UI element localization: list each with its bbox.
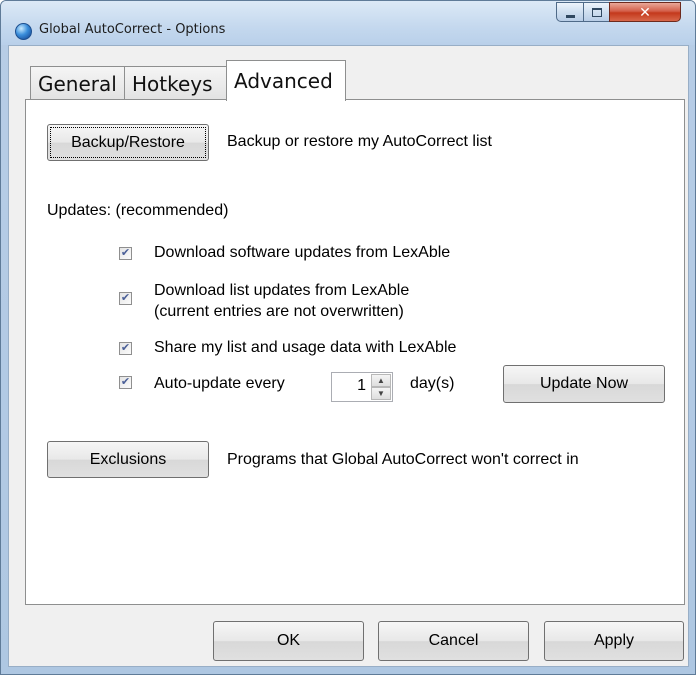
- apply-button[interactable]: Apply: [544, 621, 684, 661]
- spin-up-button[interactable]: ▲: [371, 374, 391, 387]
- auto-update-days-value[interactable]: 1: [340, 377, 366, 395]
- software-updates-checkbox[interactable]: ✔: [119, 247, 132, 260]
- close-icon: ✕: [639, 3, 651, 20]
- chevron-down-icon: ▼: [377, 389, 385, 398]
- check-icon: ✔: [120, 342, 131, 354]
- close-button[interactable]: ✕: [609, 2, 681, 22]
- tab-general-label: General: [38, 71, 117, 96]
- list-updates-sublabel: (current entries are not overwritten): [154, 303, 404, 320]
- backup-restore-button[interactable]: Backup/Restore: [47, 124, 209, 161]
- tab-hotkeys[interactable]: Hotkeys: [124, 66, 228, 100]
- share-data-checkbox[interactable]: ✔: [119, 342, 132, 355]
- minimize-icon: [565, 14, 575, 18]
- tab-advanced-label: Advanced: [234, 69, 333, 93]
- update-now-button[interactable]: Update Now: [503, 365, 665, 403]
- software-updates-label: Download software updates from LexAble: [154, 244, 451, 261]
- check-icon: ✔: [120, 376, 131, 388]
- chevron-up-icon: ▲: [377, 376, 385, 385]
- maximize-icon: [591, 7, 602, 17]
- cancel-button[interactable]: Cancel: [378, 621, 529, 661]
- exclusions-button[interactable]: Exclusions: [47, 441, 209, 478]
- options-window: Global AutoCorrect - Options ✕ General H…: [0, 0, 696, 675]
- days-unit-label: day(s): [410, 375, 455, 392]
- tab-general[interactable]: General: [30, 66, 125, 100]
- check-icon: ✔: [120, 247, 131, 259]
- share-data-label: Share my list and usage data with LexAbl…: [154, 339, 457, 356]
- auto-update-label: Auto-update every: [154, 375, 285, 392]
- tab-advanced[interactable]: Advanced: [226, 60, 346, 101]
- auto-update-checkbox[interactable]: ✔: [119, 376, 132, 389]
- minimize-button[interactable]: [556, 2, 584, 22]
- exclusions-description: Programs that Global AutoCorrect won't c…: [227, 451, 579, 468]
- maximize-button[interactable]: [583, 2, 610, 22]
- tab-hotkeys-label: Hotkeys: [132, 71, 213, 96]
- ok-button[interactable]: OK: [213, 621, 364, 661]
- updates-heading: Updates: (recommended): [47, 202, 229, 219]
- backup-description: Backup or restore my AutoCorrect list: [227, 133, 492, 150]
- list-updates-checkbox[interactable]: ✔: [119, 292, 132, 305]
- window-title: Global AutoCorrect - Options: [39, 22, 226, 37]
- auto-update-days-stepper[interactable]: 1 ▲ ▼: [331, 372, 393, 402]
- spin-down-button[interactable]: ▼: [371, 387, 391, 400]
- globe-icon: [15, 23, 32, 40]
- check-icon: ✔: [120, 292, 131, 304]
- title-bar[interactable]: Global AutoCorrect - Options ✕: [1, 1, 695, 45]
- list-updates-label: Download list updates from LexAble: [154, 282, 410, 299]
